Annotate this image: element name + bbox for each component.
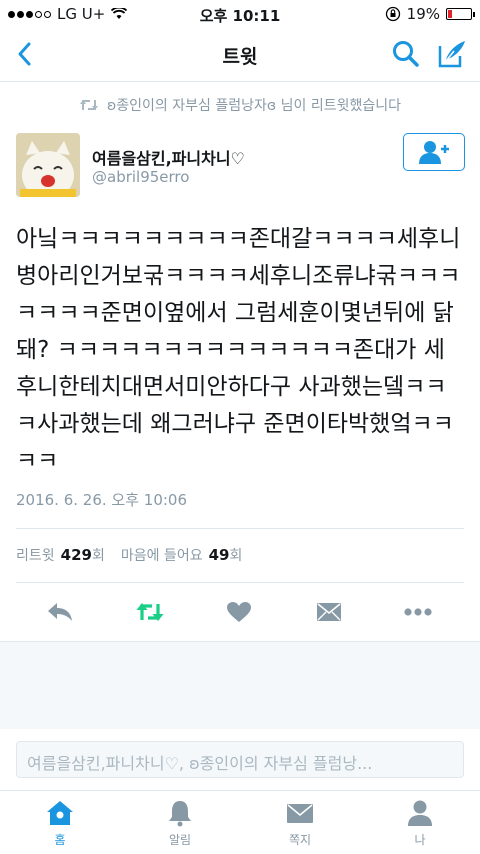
- tweet-stats: 리트윗 429회 마음에 들어요 49회: [16, 545, 242, 565]
- tab-bar: 홈 알림 쪽지 나: [0, 790, 480, 854]
- tab-label: 알림: [168, 833, 192, 847]
- search-icon: [393, 41, 419, 67]
- home-icon: [47, 801, 73, 825]
- search-button[interactable]: [388, 36, 424, 72]
- likes-count: 49: [208, 546, 230, 564]
- like-button[interactable]: [222, 595, 256, 629]
- more-icon: [404, 608, 432, 616]
- likes-label: 마음에 들어요: [120, 548, 203, 564]
- tab-label: 쪽지: [288, 833, 312, 847]
- bell-icon: [169, 801, 191, 827]
- retweets-unit: 회: [91, 548, 105, 564]
- divider: [16, 528, 464, 529]
- retweet-icon: [136, 603, 164, 621]
- tab-home[interactable]: 홈: [20, 799, 100, 848]
- nav-bar: 트윗: [0, 28, 480, 82]
- tab-label: 홈: [54, 833, 66, 847]
- tweet-actions: [0, 595, 480, 629]
- add-user-icon: [419, 141, 449, 164]
- status-right: 19%: [385, 5, 475, 23]
- reply-button[interactable]: [43, 595, 77, 629]
- tab-messages[interactable]: 쪽지: [260, 799, 340, 848]
- battery-percent: 19%: [406, 5, 440, 23]
- rotation-lock-icon: [385, 6, 400, 22]
- retweets-label: 리트윗: [16, 548, 55, 564]
- reply-input[interactable]: 여름을삼킨,파니차니♡, ʚ종인이의 자부심 플럼낭...: [16, 741, 464, 778]
- retweets-stat[interactable]: 리트윗 429회: [16, 545, 105, 565]
- follow-button[interactable]: [403, 133, 465, 171]
- retweet-context: ʚ종인이의 자부심 플럼낭자ɞ 님이 리트윗했습니다: [0, 95, 480, 115]
- avatar[interactable]: [16, 133, 80, 197]
- envelope-icon: [317, 603, 341, 621]
- divider: [16, 582, 464, 583]
- battery-icon: [446, 8, 475, 20]
- avatar-image: [16, 133, 80, 197]
- envelope-icon: [287, 804, 313, 823]
- user-handle[interactable]: @abril95erro: [92, 168, 189, 186]
- retweet-icon: [80, 100, 98, 110]
- compose-icon: [438, 41, 465, 68]
- likes-stat[interactable]: 마음에 들어요 49회: [121, 545, 243, 565]
- direct-message-button[interactable]: [312, 595, 346, 629]
- person-icon: [408, 800, 432, 826]
- replies-area: [0, 641, 480, 729]
- tweet-text: 아닠ㅋㅋㅋㅋㅋㅋㅋㅋㅋ존대갈ㅋㅋㅋㅋ세후니병아리인거보굮ㅋㅋㅋㅋ세후니조류냐굮ㅋ…: [16, 226, 461, 474]
- reply-icon: [48, 603, 72, 621]
- heart-icon: [227, 602, 251, 622]
- tab-notifications[interactable]: 알림: [140, 799, 220, 848]
- status-bar: LG U+ 오후 10:11 19%: [0, 0, 480, 28]
- retweets-count: 429: [60, 546, 92, 564]
- retweet-context-text[interactable]: ʚ종인이의 자부심 플럼낭자ɞ 님이 리트윗했습니다: [107, 95, 401, 115]
- tab-label: 나: [414, 833, 426, 847]
- tab-me[interactable]: 나: [380, 799, 460, 848]
- tweet-timestamp: 2016. 6. 26. 오후 10:06: [16, 491, 188, 509]
- display-name[interactable]: 여름을삼킨,파니차니♡: [92, 145, 245, 169]
- compose-button[interactable]: [434, 36, 470, 72]
- more-button[interactable]: [401, 595, 435, 629]
- retweet-button[interactable]: [133, 595, 167, 629]
- likes-unit: 회: [229, 548, 243, 564]
